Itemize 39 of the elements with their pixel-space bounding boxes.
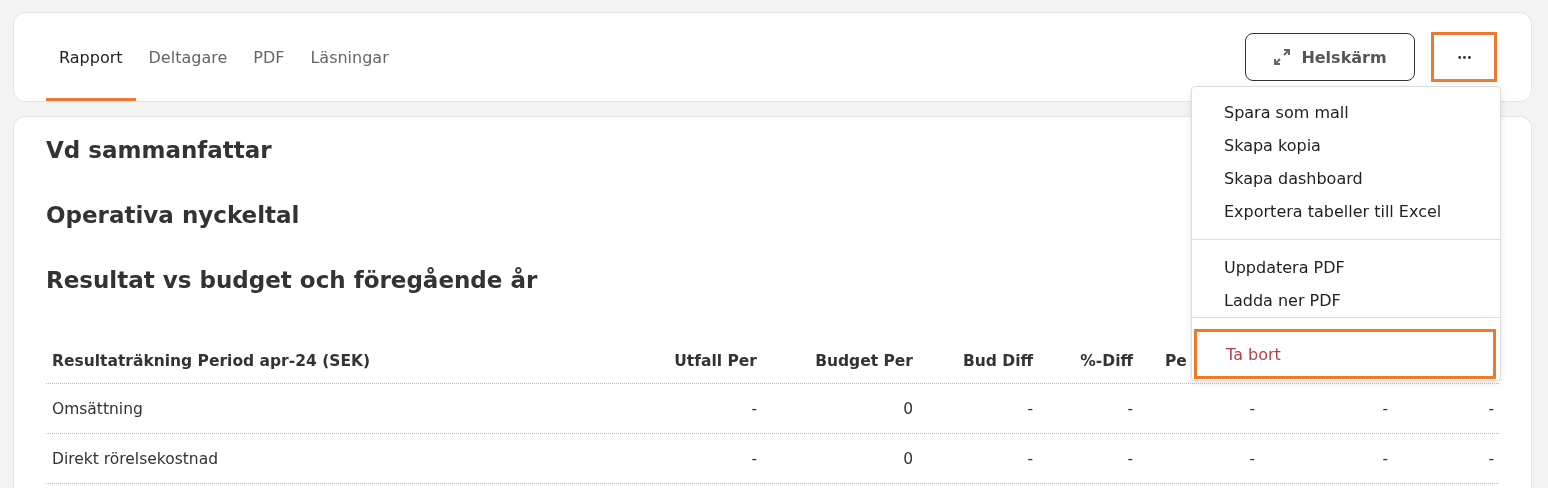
table-cell-text: Direkt rörelsekostnad xyxy=(51,449,219,468)
column-header: Resultaträkning Period apr-24 (SEK) xyxy=(52,352,371,370)
more-button[interactable]: ••• xyxy=(1431,32,1497,82)
table-cell-text: - xyxy=(1487,399,1495,418)
table-cell-text: Omsättning xyxy=(51,399,144,418)
section-heading: Operativa nyckeltal xyxy=(46,202,300,230)
tab[interactable]: Deltagare xyxy=(135,13,241,101)
column-header: Bud Diff xyxy=(962,352,1033,370)
table-cell-text: - xyxy=(1248,449,1256,468)
menu-item[interactable]: Skapa dashboard xyxy=(1192,162,1500,195)
table-cell-text: - xyxy=(1126,399,1134,418)
table-cell-text: - xyxy=(750,399,758,418)
table-cell-text: - xyxy=(1487,449,1495,468)
menu-item[interactable]: Ta bort xyxy=(1194,329,1496,379)
menu-item[interactable]: Spara som mall xyxy=(1192,96,1500,129)
menu-item[interactable]: Uppdatera PDF xyxy=(1192,251,1500,284)
tab[interactable]: PDF xyxy=(240,13,298,101)
tab[interactable]: Läsningar xyxy=(297,13,402,101)
section-heading: Vd sammanfattar xyxy=(46,137,272,165)
menu-item[interactable]: Ladda ner PDF xyxy=(1192,284,1500,317)
column-header: Utfall Per xyxy=(674,352,757,370)
expand-icon xyxy=(1273,48,1292,66)
column-header: %-Diff xyxy=(1080,352,1133,370)
table-cell-text: 0 xyxy=(902,449,914,468)
table-cell-text: - xyxy=(1381,399,1389,418)
section-heading: Resultat vs budget och föregående år xyxy=(46,267,538,295)
column-header: Budget Per xyxy=(815,352,913,370)
column-header: Pe xyxy=(1165,352,1187,370)
fullscreen-button[interactable]: Helskärm xyxy=(1245,33,1415,81)
table-cell-text: 0 xyxy=(902,399,914,418)
table-cell-text: - xyxy=(1126,449,1134,468)
menu-item[interactable]: Exportera tabeller till Excel xyxy=(1192,195,1500,228)
table-cell-text: - xyxy=(1381,449,1389,468)
table-cell-text: - xyxy=(1026,399,1034,418)
table-cell-text: - xyxy=(1026,449,1034,468)
tab[interactable]: Rapport xyxy=(46,13,136,101)
table-cell-text: - xyxy=(1248,399,1256,418)
table-cell-text: - xyxy=(750,449,758,468)
menu-item[interactable]: Skapa kopia xyxy=(1192,129,1500,162)
